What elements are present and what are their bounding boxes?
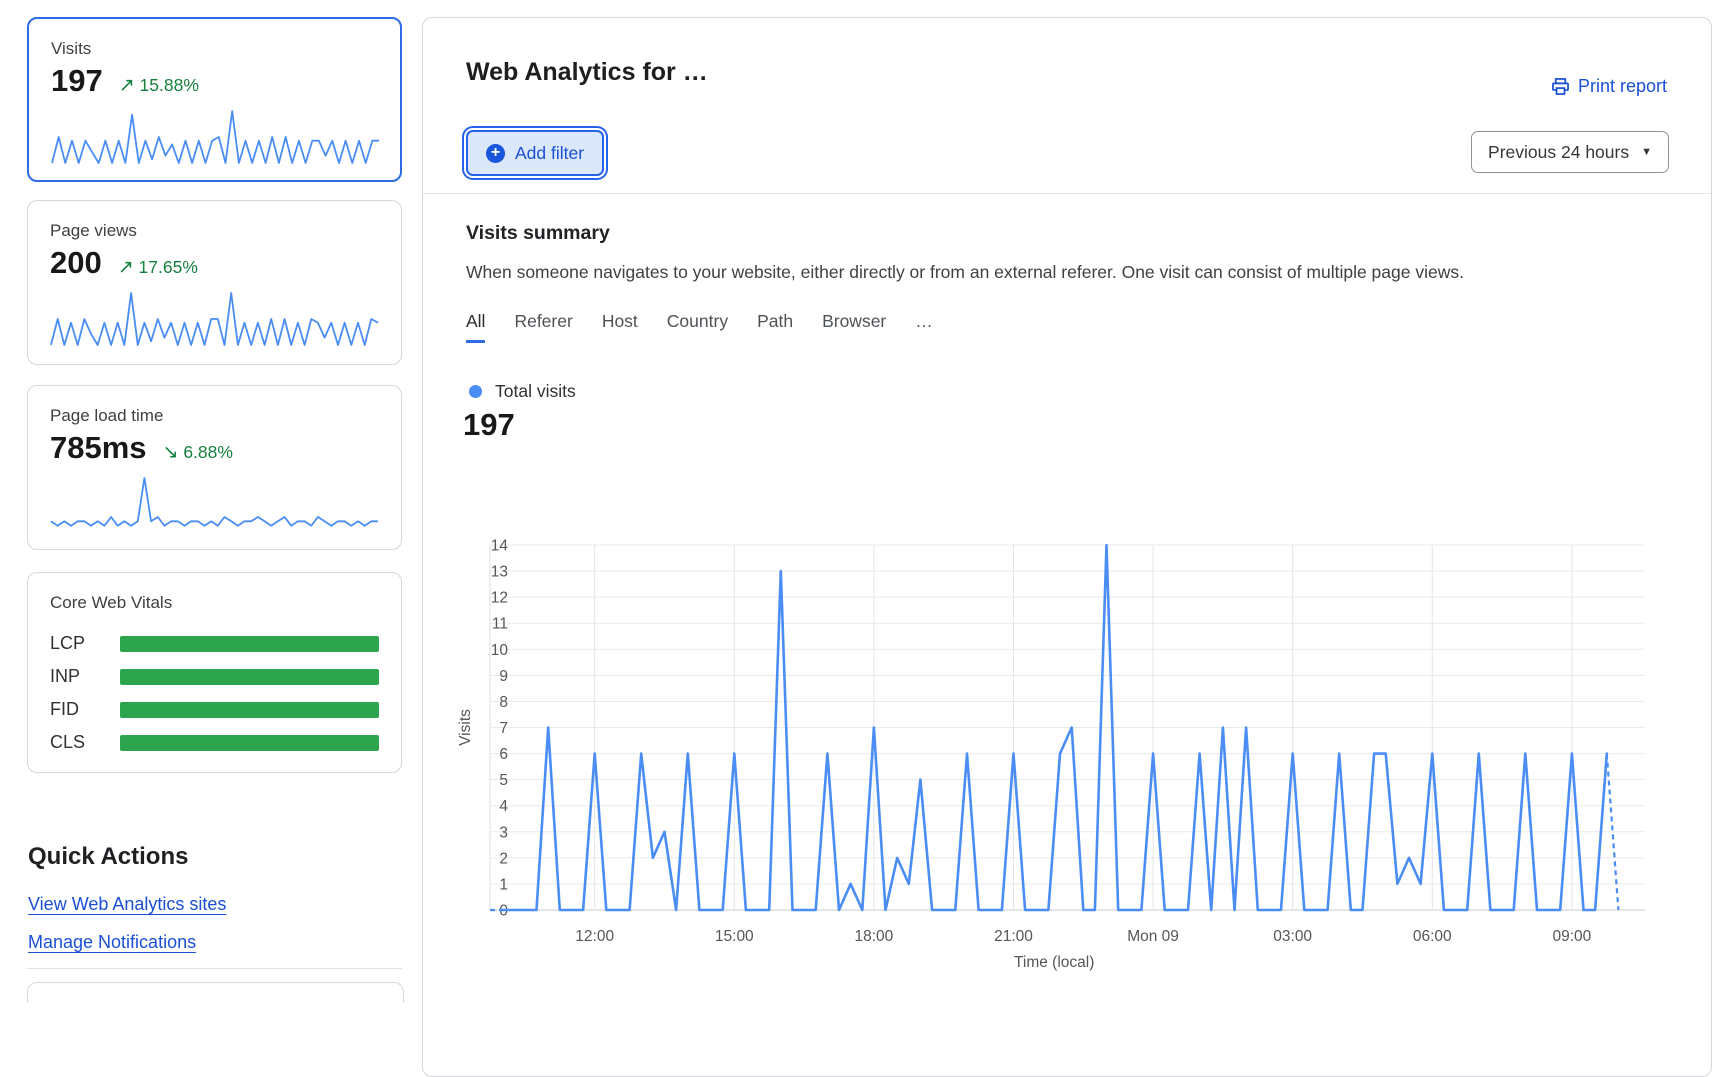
tab-browser[interactable]: Browser	[822, 311, 886, 343]
visits-summary-heading: Visits summary	[466, 222, 610, 245]
x-tick-label: 12:00	[575, 928, 614, 945]
legend-dot-icon	[469, 385, 482, 398]
y-tick-label: 5	[499, 772, 508, 789]
cwv-label: INP	[50, 666, 120, 687]
print-report-label: Print report	[1578, 76, 1667, 97]
y-tick-label: 14	[491, 538, 509, 555]
plus-circle-icon: +	[486, 144, 505, 163]
cwv-bar-good	[120, 735, 379, 751]
metric-delta: ↗ 15.88%	[119, 74, 199, 97]
visits-line-chart: 0123456789101112131412:0015:0018:0021:00…	[430, 520, 1670, 985]
y-tick-label: 4	[499, 798, 508, 815]
page-views-sparkline	[50, 290, 379, 347]
x-tick-label: 09:00	[1552, 928, 1591, 945]
divider	[423, 193, 1711, 194]
x-tick-label: Mon 09	[1127, 928, 1179, 945]
cwv-label: CLS	[50, 732, 120, 753]
y-tick-label: 6	[499, 746, 508, 763]
visits-summary-description: When someone navigates to your website, …	[466, 262, 1566, 283]
dimension-tabs: All Referer Host Country Path Browser …	[466, 311, 933, 343]
tab-all[interactable]: All	[466, 311, 485, 343]
cwv-row-fid: FID	[50, 693, 379, 726]
quick-actions-heading: Quick Actions	[28, 843, 188, 871]
metric-value: 197	[51, 63, 103, 99]
time-range-dropdown[interactable]: Previous 24 hours ▼	[1471, 131, 1669, 173]
metric-delta: ↘ 6.88%	[163, 441, 233, 464]
y-tick-label: 3	[499, 824, 508, 841]
x-tick-label: 18:00	[854, 928, 893, 945]
y-tick-label: 10	[491, 642, 509, 659]
manage-notifications-link[interactable]: Manage Notifications	[28, 932, 196, 953]
metric-delta: ↗ 17.65%	[118, 256, 198, 279]
y-tick-label: 9	[499, 668, 508, 685]
x-tick-label: 06:00	[1413, 928, 1452, 945]
chevron-down-icon: ▼	[1641, 146, 1652, 158]
metric-value: 200	[50, 245, 102, 281]
divider	[27, 968, 402, 969]
tab-referer[interactable]: Referer	[514, 311, 572, 343]
core-web-vitals-title: Core Web Vitals	[50, 593, 379, 613]
page-load-time-sparkline	[50, 475, 379, 532]
tab-more-ellipsis[interactable]: …	[915, 311, 933, 343]
tab-country[interactable]: Country	[667, 311, 728, 343]
next-card-top-edge	[27, 982, 404, 1003]
metric-card-title: Page load time	[50, 406, 379, 426]
total-visits-value: 197	[463, 407, 515, 443]
metric-card-page-views[interactable]: Page views 200 ↗ 17.65%	[27, 200, 402, 365]
time-range-value: Previous 24 hours	[1488, 142, 1629, 163]
cwv-bar-good	[120, 702, 379, 718]
cwv-label: LCP	[50, 633, 120, 654]
x-axis-title: Time (local)	[1014, 954, 1094, 971]
cwv-label: FID	[50, 699, 120, 720]
metric-card-title: Visits	[51, 39, 378, 59]
y-tick-label: 1	[499, 876, 508, 893]
y-tick-label: 7	[499, 720, 508, 737]
chart-legend: Total visits	[469, 381, 576, 402]
metric-card-page-load-time[interactable]: Page load time 785ms ↘ 6.88%	[27, 385, 402, 550]
metric-value: 785ms	[50, 430, 147, 466]
x-tick-label: 15:00	[715, 928, 754, 945]
tab-host[interactable]: Host	[602, 311, 638, 343]
y-tick-label: 8	[499, 694, 508, 711]
add-filter-label: Add filter	[515, 143, 584, 164]
cwv-row-inp: INP	[50, 660, 379, 693]
metric-card-visits[interactable]: Visits 197 ↗ 15.88%	[27, 17, 402, 182]
print-report-button[interactable]: Print report	[1551, 76, 1667, 97]
metric-card-title: Page views	[50, 221, 379, 241]
x-tick-label: 21:00	[994, 928, 1033, 945]
tab-path[interactable]: Path	[757, 311, 793, 343]
cwv-row-lcp: LCP	[50, 627, 379, 660]
trend-up-icon: ↗	[119, 75, 135, 96]
add-filter-button[interactable]: + Add filter	[466, 130, 604, 176]
view-web-analytics-sites-link[interactable]: View Web Analytics sites	[28, 894, 226, 915]
x-tick-label: 03:00	[1273, 928, 1312, 945]
core-web-vitals-card[interactable]: Core Web Vitals LCP INP FID CLS	[27, 572, 402, 773]
y-axis-title: Visits	[457, 709, 474, 746]
cwv-row-cls: CLS	[50, 726, 379, 759]
y-tick-label: 13	[491, 564, 508, 581]
visits-sparkline	[51, 108, 380, 165]
cwv-bar-good	[120, 669, 379, 685]
y-tick-label: 2	[499, 850, 508, 867]
cwv-bar-good	[120, 636, 379, 652]
y-tick-label: 11	[492, 616, 508, 633]
trend-up-icon: ↗	[118, 257, 134, 278]
y-tick-label: 12	[491, 590, 508, 607]
printer-icon	[1551, 77, 1570, 96]
legend-label: Total visits	[495, 381, 576, 402]
page-title: Web Analytics for …	[466, 58, 708, 87]
trend-down-icon: ↘	[163, 442, 179, 463]
